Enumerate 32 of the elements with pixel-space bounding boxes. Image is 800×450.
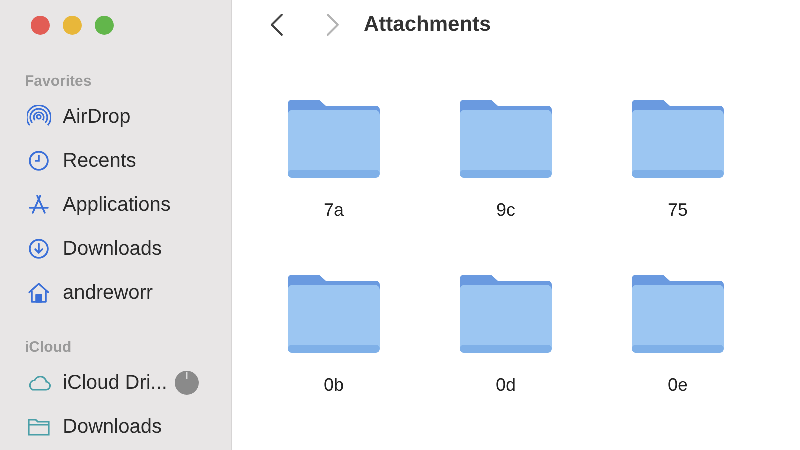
folder-name: 75	[668, 200, 688, 221]
folder-icon	[26, 417, 52, 437]
folder-icon[interactable]	[460, 98, 552, 178]
sidebar-item[interactable]: iCloud Dri...	[26, 361, 231, 405]
folder-name: 0b	[324, 375, 344, 396]
back-button[interactable]	[270, 13, 284, 37]
download-icon	[26, 237, 52, 261]
app-store-icon	[26, 193, 52, 217]
folder-name: 0d	[496, 375, 516, 396]
folder-name: 7a	[324, 200, 344, 221]
sidebar-item[interactable]: Downloads	[26, 405, 231, 449]
sidebar-item[interactable]: Recents	[26, 139, 231, 183]
home-icon	[26, 281, 52, 305]
section-heading: Favorites	[25, 72, 93, 92]
folder-icon[interactable]	[288, 98, 380, 178]
sidebar-item[interactable]: Downloads	[26, 227, 231, 271]
sidebar-item[interactable]: AirDrop	[26, 95, 231, 139]
folder-title: Attachments	[364, 13, 492, 37]
minimize-button[interactable]	[63, 16, 82, 35]
folder-icon[interactable]	[460, 273, 552, 353]
zoom-button[interactable]	[95, 16, 114, 35]
sidebar-item[interactable]: Applications	[26, 183, 231, 227]
clock-icon	[26, 149, 52, 173]
folder-icon[interactable]	[288, 273, 380, 353]
close-button[interactable]	[31, 16, 50, 35]
section-heading: iCloud	[25, 338, 73, 358]
sidebar-item[interactable]: andreworr	[26, 271, 231, 315]
airdrop-icon	[26, 105, 52, 129]
folder-name: 0e	[668, 375, 688, 396]
folder-icon[interactable]	[632, 273, 724, 353]
folder-icon[interactable]	[632, 98, 724, 178]
folder-name: 9c	[496, 200, 516, 221]
